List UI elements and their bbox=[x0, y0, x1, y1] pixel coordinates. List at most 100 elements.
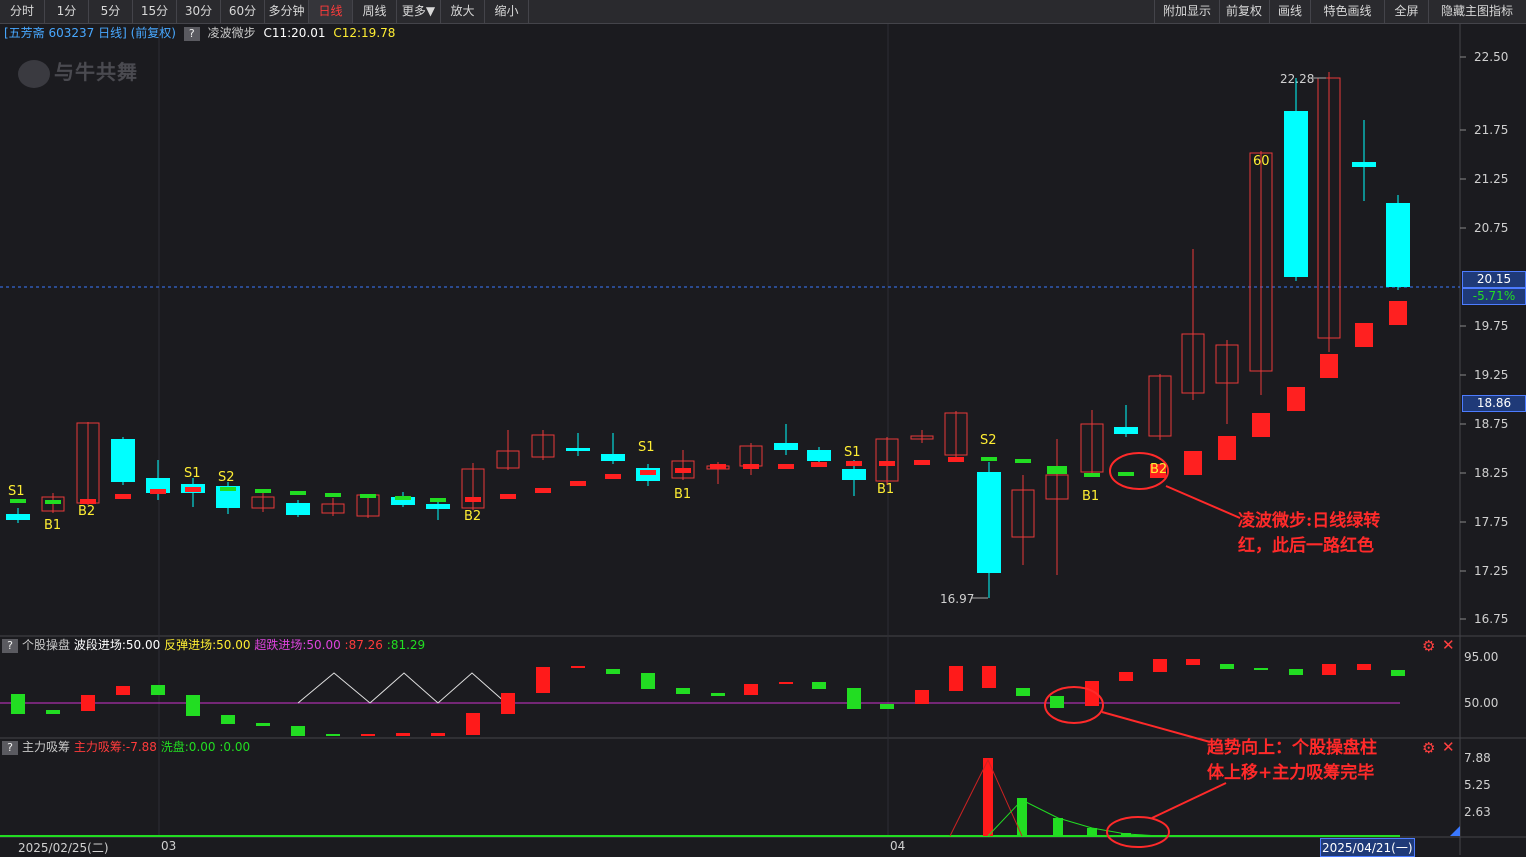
panel2-bar bbox=[1357, 664, 1371, 670]
signal-label: B2 bbox=[464, 509, 482, 524]
lingbo-mark-green bbox=[255, 489, 271, 493]
price-axis-label: 17.75 bbox=[1474, 515, 1509, 529]
candle-body-down bbox=[977, 472, 1001, 573]
close-icon[interactable]: ✕ bbox=[1442, 738, 1455, 756]
signal-label: B1 bbox=[877, 482, 895, 497]
panel3-bars bbox=[983, 758, 1131, 836]
signal-label: S2 bbox=[218, 470, 235, 485]
lingbo-mark-red bbox=[465, 497, 481, 502]
candle-body-down bbox=[1386, 203, 1410, 287]
lingbo-bar-red bbox=[1218, 436, 1236, 460]
candle-body-down bbox=[426, 504, 450, 509]
panel2-bars bbox=[11, 659, 1405, 736]
panel2-bar bbox=[256, 723, 270, 726]
panel2-zigzag bbox=[297, 672, 507, 704]
panel2-bar bbox=[431, 733, 445, 736]
panel2-bar bbox=[501, 693, 515, 714]
panel2-bar bbox=[915, 690, 929, 704]
candle-body-down bbox=[1114, 427, 1138, 434]
lingbo-mark-red bbox=[500, 494, 516, 499]
date-start: 2025/02/25(二) bbox=[18, 841, 109, 855]
price-axis-label: 21.25 bbox=[1474, 172, 1509, 186]
lingbo-mark-green bbox=[1015, 459, 1031, 463]
price-axis-label: 22.50 bbox=[1474, 50, 1509, 64]
panel2-bar bbox=[711, 693, 725, 696]
lingbo-mark-green bbox=[220, 487, 236, 491]
candle-body-down bbox=[601, 454, 625, 461]
signal-label: B2 bbox=[1150, 462, 1168, 477]
cursor-price-tag: 18.86 bbox=[1462, 395, 1526, 412]
panel3-title: ? 主力吸筹 主力吸筹:-7.88 洗盘:0.00 :0.00 bbox=[0, 739, 250, 755]
panel2-bar bbox=[880, 704, 894, 709]
panel2-bar bbox=[812, 682, 826, 689]
panel2-bar bbox=[1289, 669, 1303, 675]
close-icon[interactable]: ✕ bbox=[1442, 636, 1455, 654]
lingbo-mark-red bbox=[778, 464, 794, 469]
change-percent-tag: -5.71% bbox=[1462, 288, 1526, 305]
candle-body-down bbox=[774, 443, 798, 450]
signal-label: 60 bbox=[1253, 154, 1270, 169]
gear-icon[interactable]: ⚙ bbox=[1422, 739, 1435, 757]
signal-label: S1 bbox=[638, 440, 655, 455]
candle-body-down bbox=[111, 439, 135, 482]
panel2-bar bbox=[291, 726, 305, 736]
price-axis-label: 18.75 bbox=[1474, 417, 1509, 431]
signal-label: S1 bbox=[8, 484, 25, 499]
panel2-bar bbox=[361, 734, 375, 736]
lingbo-mark-red bbox=[846, 461, 862, 466]
lingbo-mark-green bbox=[10, 499, 26, 503]
lingbo-mark-red bbox=[914, 460, 930, 465]
lingbo-mark-red bbox=[605, 474, 621, 479]
price-axis-label: 20.75 bbox=[1474, 221, 1509, 235]
annotation-text-trend: 趋势向上：个股操盘柱 体上移+主力吸筹完毕 bbox=[1207, 738, 1377, 783]
panel2-bar bbox=[606, 669, 620, 674]
panel2-bar bbox=[571, 666, 585, 668]
lingbo-mark-green bbox=[1084, 473, 1100, 477]
lingbo-mark-green bbox=[981, 457, 997, 461]
low-price-label: 16.97 bbox=[940, 592, 975, 606]
lingbo-mark-green bbox=[360, 494, 376, 498]
panel2-bar bbox=[81, 695, 95, 711]
panel2-bar bbox=[466, 713, 480, 735]
help-icon[interactable]: ? bbox=[2, 741, 18, 755]
annotation-text-lingbo: 凌波微步:日线绿转 红，此后一路红色 bbox=[1238, 511, 1381, 556]
panel2-bar bbox=[641, 673, 655, 689]
gear-icon[interactable]: ⚙ bbox=[1422, 637, 1435, 655]
signal-label: B1 bbox=[674, 487, 692, 502]
lingbo-mark-red bbox=[570, 481, 586, 486]
signal-label: S2 bbox=[980, 433, 997, 448]
panel2-bar bbox=[186, 695, 200, 716]
high-price-label: 22.28 bbox=[1280, 72, 1315, 86]
lingbo-mark-red bbox=[640, 470, 656, 475]
panel2-bar bbox=[1322, 664, 1336, 675]
lingbo-bar-red bbox=[1389, 301, 1407, 325]
lingbo-mark-red bbox=[811, 462, 827, 467]
panel2-axis-label: 50.00 bbox=[1464, 696, 1499, 710]
panel2-bar bbox=[1016, 688, 1030, 696]
lingbo-mark-red bbox=[948, 457, 964, 462]
lingbo-mark-red bbox=[743, 464, 759, 469]
price-axis-label: 16.75 bbox=[1474, 612, 1509, 626]
lingbo-mark-green bbox=[1047, 466, 1067, 474]
lingbo-mark-green bbox=[430, 498, 446, 502]
signal-label: B1 bbox=[44, 518, 62, 533]
lingbo-bar-red bbox=[1252, 413, 1270, 437]
candle-body-down bbox=[842, 469, 866, 480]
panel2-bar bbox=[11, 694, 25, 714]
lingbo-bar-red bbox=[1184, 451, 1202, 475]
help-icon[interactable]: ? bbox=[2, 639, 18, 653]
lingbo-mark-red bbox=[115, 494, 131, 499]
lingbo-mark-green bbox=[290, 491, 306, 495]
lingbo-mark-green bbox=[325, 493, 341, 497]
panel2-title: ? 个股操盘 波段进场:50.00 反弹进场:50.00 超跌进场:50.00 :… bbox=[0, 637, 425, 653]
lingbo-bar-red bbox=[1287, 387, 1305, 411]
panel2-bar bbox=[744, 684, 758, 695]
panel3-axis-label: 2.63 bbox=[1464, 805, 1491, 819]
chart-canvas bbox=[0, 24, 1526, 855]
panel2-bar bbox=[221, 715, 235, 724]
panel3-axis-label: 5.25 bbox=[1464, 778, 1491, 792]
lingbo-bar-red bbox=[1355, 323, 1373, 347]
date-month-03: 03 bbox=[161, 839, 177, 853]
price-axis-label: 19.75 bbox=[1474, 319, 1509, 333]
price-axis-label: 21.75 bbox=[1474, 123, 1509, 137]
